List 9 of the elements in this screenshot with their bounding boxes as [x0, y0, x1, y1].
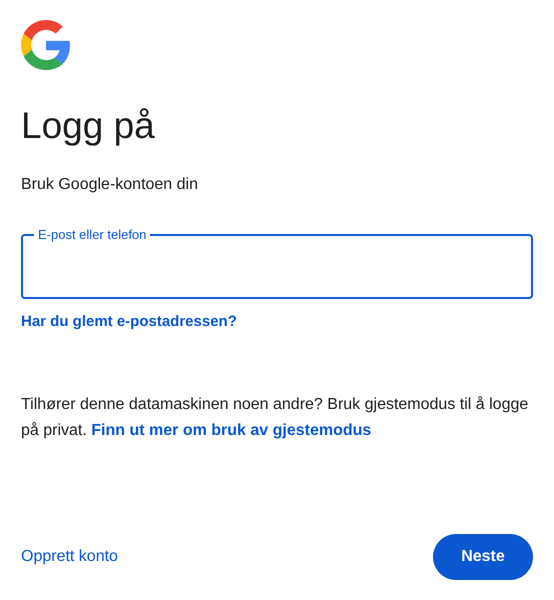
subtitle: Bruk Google-kontoen din: [21, 175, 199, 195]
email-field[interactable]: E-post eller telefon: [21, 227, 533, 299]
forgot-email-link[interactable]: Har du glemt e-postadressen?: [21, 311, 237, 334]
page-title: Logg på: [21, 104, 156, 148]
guest-mode-link[interactable]: Finn ut mer om bruk av gjestemodus: [91, 422, 372, 438]
next-button[interactable]: Neste: [433, 534, 533, 580]
logo-icon: [21, 20, 71, 70]
create-account-link[interactable]: Opprett konto: [21, 545, 118, 569]
guest-mode-info: Tilhører denne datamaskinen noen andre? Bruk gjestemodus til å logge på privat. Finn ut mer om bruk av gjestemodus: [21, 394, 530, 440]
